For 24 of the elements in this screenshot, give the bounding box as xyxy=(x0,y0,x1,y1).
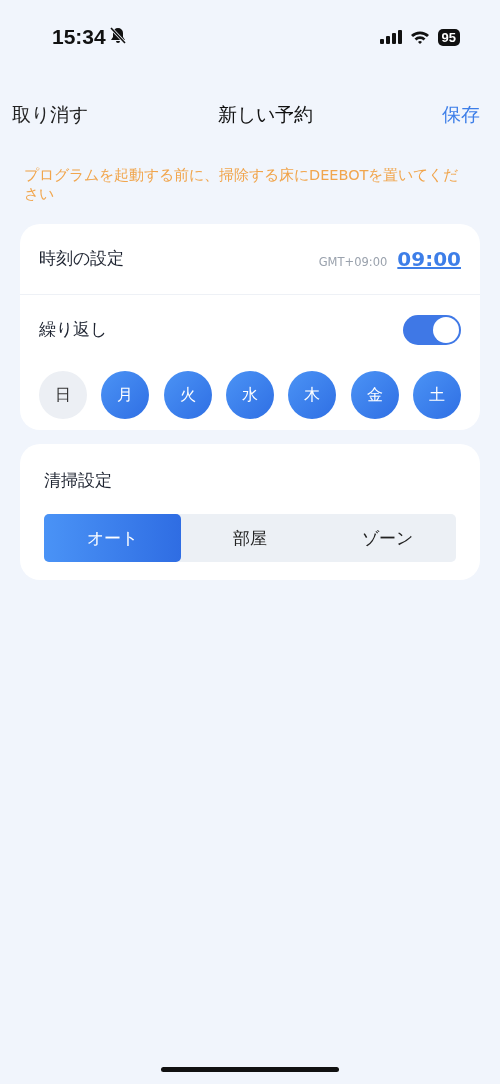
wifi-icon xyxy=(409,30,430,44)
battery-level: 95 xyxy=(437,28,460,46)
weekday-button[interactable]: 火 xyxy=(163,371,212,419)
mode-tab[interactable]: オート xyxy=(44,514,182,562)
notice-text: プログラムを起動する前に、掃除する床にDEEBOTを置いてください xyxy=(23,166,460,204)
timezone-text: GMT+09:00 xyxy=(318,255,388,269)
weekday-button[interactable]: 金 xyxy=(350,371,399,419)
weekday-button[interactable]: 木 xyxy=(288,371,337,419)
weekday-button[interactable]: 月 xyxy=(101,371,150,419)
mode-tab[interactable]: ゾーン xyxy=(318,514,456,562)
time-label: 時刻の設定 xyxy=(39,248,124,270)
repeat-label: 繰り返し xyxy=(39,319,107,341)
mode-tab[interactable]: 部屋 xyxy=(181,514,319,562)
save-button[interactable]: 保存 xyxy=(442,102,480,128)
signal-icon xyxy=(379,30,402,44)
cleaning-title: 清掃設定 xyxy=(44,470,113,492)
time-value[interactable]: 09:00 xyxy=(397,247,461,271)
weekday-button[interactable]: 土 xyxy=(412,371,461,419)
status-time: 15:34 xyxy=(52,25,106,49)
cancel-button[interactable]: 取り消す xyxy=(12,102,88,128)
weekday-button[interactable]: 日 xyxy=(39,371,87,419)
weekday-button[interactable]: 水 xyxy=(226,371,274,419)
page-title: 新しい予約 xyxy=(217,102,313,127)
repeat-toggle[interactable] xyxy=(403,315,461,345)
